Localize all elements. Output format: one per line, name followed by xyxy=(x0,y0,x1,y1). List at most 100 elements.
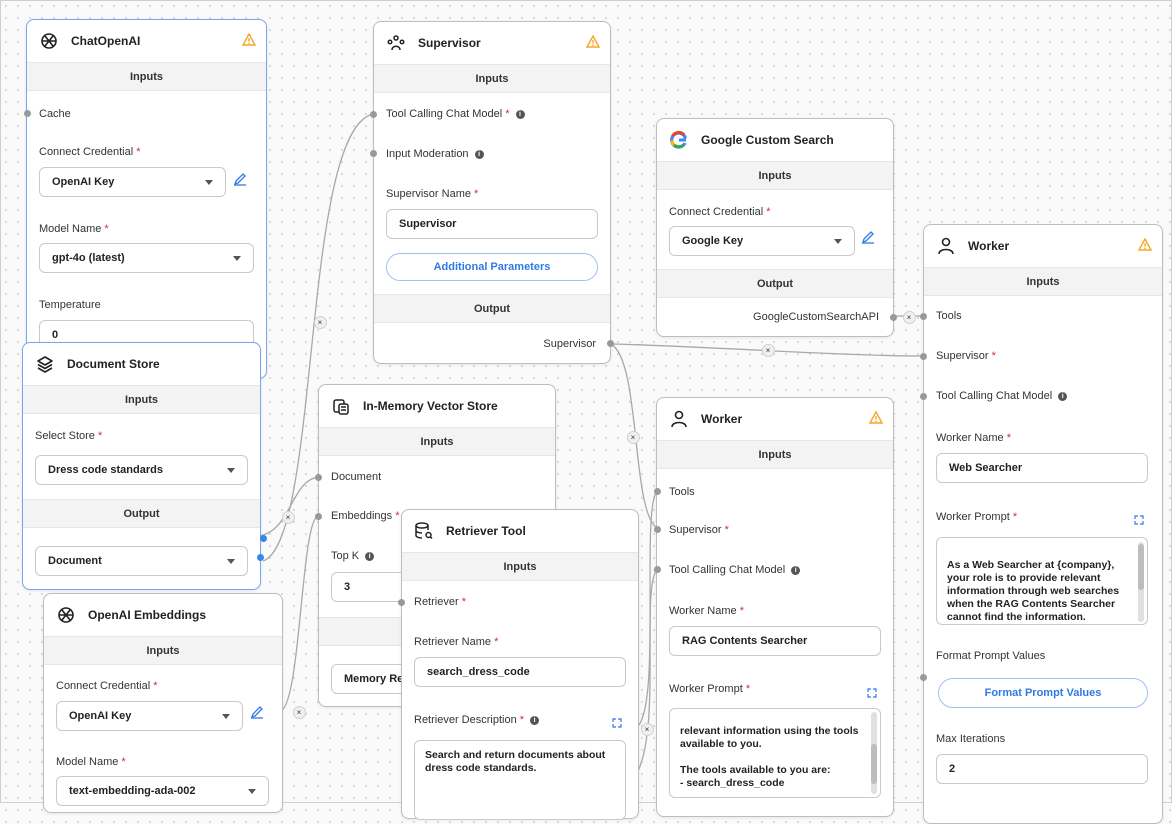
supervisor-moderation-handle[interactable] xyxy=(369,149,377,157)
warning-icon[interactable] xyxy=(242,33,256,47)
info-icon[interactable]: i xyxy=(1058,391,1068,401)
credential-select[interactable]: OpenAI Key xyxy=(56,701,243,731)
model-select[interactable]: text-embedding-ada-002 xyxy=(56,776,269,806)
retriever-name-label-text: Retriever Name xyxy=(414,636,492,648)
delete-edge-button[interactable]: × xyxy=(313,315,327,329)
retriever-name-input[interactable]: search_dress_code xyxy=(414,657,626,687)
worker-prompt-textarea[interactable]: As a Web Searcher at {company}, your rol… xyxy=(936,537,1148,625)
docstore-document-handle[interactable] xyxy=(256,553,264,561)
cache-handle[interactable] xyxy=(23,109,31,117)
worker-name-input[interactable]: RAG Contents Searcher xyxy=(669,626,881,656)
worker-web-node[interactable]: Worker Inputs Tools Supervisor * Tool Ca… xyxy=(923,224,1163,824)
delete-edge-button[interactable]: × xyxy=(281,510,295,524)
info-icon[interactable]: i xyxy=(530,715,540,725)
model-label: Model Name * xyxy=(39,223,109,235)
edit-pencil-icon[interactable] xyxy=(250,705,264,719)
worker-name-value: RAG Contents Searcher xyxy=(682,635,808,647)
temperature-label: Temperature xyxy=(39,299,101,311)
worker-rag-tools-handle[interactable] xyxy=(653,487,661,495)
credential-select[interactable]: OpenAI Key xyxy=(39,167,226,197)
worker-rag-node[interactable]: Worker Inputs Tools Supervisor * Tool Ca… xyxy=(656,397,894,817)
credential-select[interactable]: Google Key xyxy=(669,226,855,256)
retriever-desc-textarea[interactable]: Search and return documents about dress … xyxy=(414,740,626,820)
supervisor-output-label: Supervisor xyxy=(543,338,596,350)
edit-pencil-icon[interactable] xyxy=(861,230,875,244)
format-values-label: Format Prompt Values xyxy=(936,650,1046,662)
worker-rag-supervisor-handle[interactable] xyxy=(653,525,661,533)
max-iterations-input[interactable]: 2 xyxy=(936,754,1148,784)
chevron-down-icon xyxy=(205,180,213,185)
required-mark: * xyxy=(104,223,109,235)
chevron-down-icon xyxy=(834,239,842,244)
retriever-name-label: Retriever Name * xyxy=(414,636,498,648)
warning-icon[interactable] xyxy=(1138,238,1152,252)
additional-parameters-button[interactable]: Additional Parameters xyxy=(386,253,598,281)
docstore-output-handle[interactable] xyxy=(259,534,267,542)
delete-edge-button[interactable]: × xyxy=(626,430,640,444)
worker-rag-model-handle[interactable] xyxy=(653,565,661,573)
openai-embeddings-header: OpenAI Embeddings xyxy=(44,594,282,636)
info-icon[interactable]: i xyxy=(474,149,484,159)
chevron-down-icon xyxy=(227,559,235,564)
expand-icon[interactable] xyxy=(1134,515,1144,525)
worker-name-label: Worker Name * xyxy=(936,432,1011,444)
info-icon[interactable]: i xyxy=(791,565,801,575)
retriever-tool-node[interactable]: Retriever Tool Inputs Retriever * Retrie… xyxy=(401,509,639,820)
document-store-node[interactable]: Document Store Inputs Select Store * Dre… xyxy=(22,342,261,590)
supervisor-tool-model-handle[interactable] xyxy=(369,110,377,118)
model-value: gpt-4o (latest) xyxy=(52,252,125,264)
delete-edge-button[interactable]: × xyxy=(292,705,306,719)
worker-name-input[interactable]: Web Searcher xyxy=(936,453,1148,483)
retriever-tool-inputs-band: Inputs xyxy=(402,552,638,581)
google-search-node[interactable]: Google Custom Search Inputs Connect Cred… xyxy=(656,118,894,337)
google-output-handle[interactable] xyxy=(889,313,897,321)
store-select[interactable]: Dress code standards xyxy=(35,455,248,485)
model-label-text: Model Name xyxy=(56,756,119,768)
edge-chat-to-worker-rag xyxy=(637,568,658,772)
model-select[interactable]: gpt-4o (latest) xyxy=(39,243,254,273)
required-mark: * xyxy=(1006,432,1011,444)
required-mark: * xyxy=(153,680,158,692)
worker-web-format-handle[interactable] xyxy=(919,673,927,681)
google-search-output-band: Output xyxy=(657,269,893,298)
openai-embeddings-node[interactable]: OpenAI Embeddings Inputs Connect Credent… xyxy=(43,593,283,813)
document-store-inputs-band: Inputs xyxy=(23,385,260,414)
openai-logo-icon xyxy=(41,33,57,49)
format-prompt-values-button[interactable]: Format Prompt Values xyxy=(938,678,1148,708)
delete-edge-button[interactable]: × xyxy=(761,343,775,357)
chatopenai-header: ChatOpenAI xyxy=(27,20,266,62)
supervisor-output-handle[interactable] xyxy=(606,339,614,347)
delete-edge-button[interactable]: × xyxy=(640,722,654,736)
required-mark: * xyxy=(745,683,751,695)
edit-pencil-icon[interactable] xyxy=(233,172,247,186)
supervisor-inputs-band: Inputs xyxy=(374,64,610,93)
worker-web-tools-handle[interactable] xyxy=(919,312,927,320)
worker-web-supervisor-handle[interactable] xyxy=(919,352,927,360)
worker-web-model-handle[interactable] xyxy=(919,392,927,400)
vector-embeddings-handle[interactable] xyxy=(314,512,322,520)
required-mark: * xyxy=(519,714,525,726)
required-mark: * xyxy=(136,146,141,158)
chatopenai-node[interactable]: ChatOpenAI Inputs Cache Connect Credenti… xyxy=(26,19,267,379)
model-value: text-embedding-ada-002 xyxy=(69,785,196,797)
retriever-input-handle[interactable] xyxy=(397,598,405,606)
expand-icon[interactable] xyxy=(612,718,622,728)
expand-icon[interactable] xyxy=(867,688,877,698)
worker-name-value: Web Searcher xyxy=(949,462,1023,474)
vector-document-handle[interactable] xyxy=(314,473,322,481)
chevron-down-icon xyxy=(222,714,230,719)
supervisor-input-label: Supervisor * xyxy=(936,350,996,362)
warning-icon[interactable] xyxy=(869,411,883,425)
info-icon[interactable]: i xyxy=(365,551,375,561)
credential-label-text: Connect Credential xyxy=(56,680,151,692)
warning-icon[interactable] xyxy=(586,35,600,49)
supervisor-node[interactable]: Supervisor Inputs Tool Calling Chat Mode… xyxy=(373,21,611,364)
supervisor-name-input[interactable]: Supervisor xyxy=(386,209,598,239)
worker-prompt-label-text: Worker Prompt xyxy=(936,511,1010,523)
prompt-scrollbar[interactable] xyxy=(1138,542,1144,622)
worker-prompt-textarea[interactable]: relevant information using the tools ava… xyxy=(669,708,881,798)
delete-edge-button[interactable]: × xyxy=(902,310,916,324)
output-type-select[interactable]: Document xyxy=(35,546,248,576)
info-icon[interactable]: i xyxy=(515,109,525,119)
prompt-scrollbar[interactable] xyxy=(871,712,877,794)
